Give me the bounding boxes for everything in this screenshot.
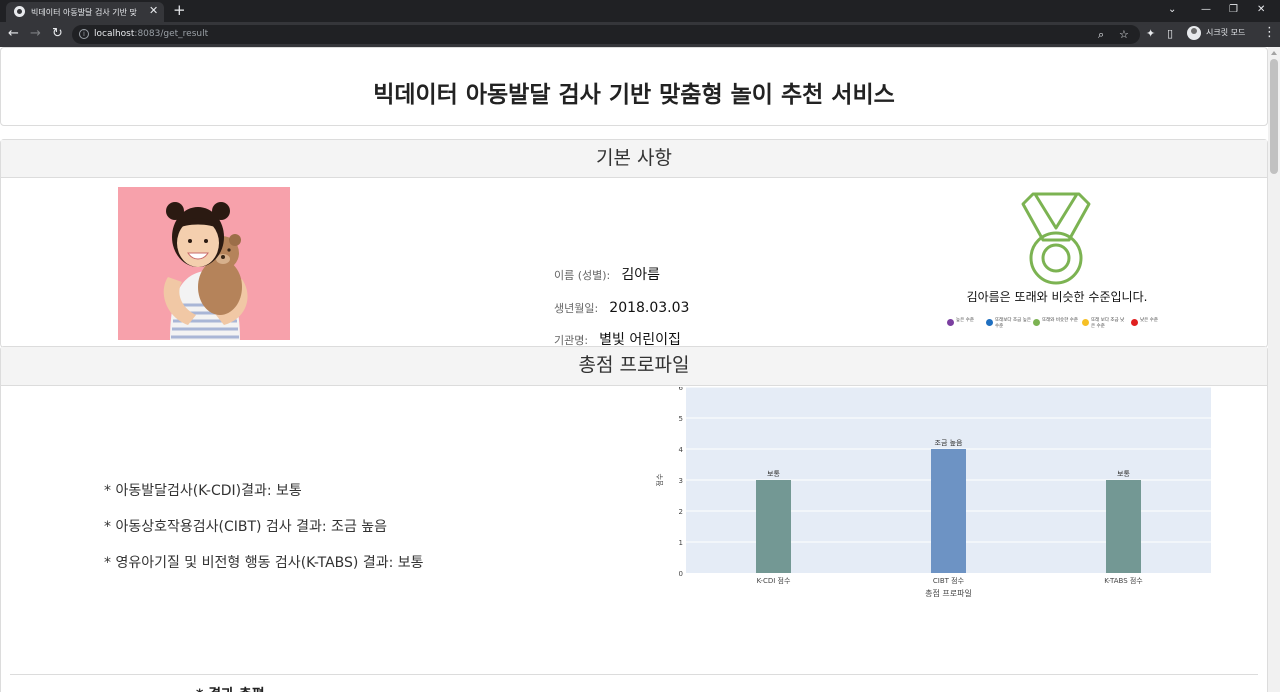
chart-y-axis-label: 점수 [656, 473, 664, 486]
reload-icon[interactable]: ↻ [52, 26, 63, 42]
browser-tab-bar: 빅데이터 아동발달 검사 기반 맞 ✕ + ⌄ — ❐ ✕ [0, 0, 1280, 22]
legend-dot [947, 319, 954, 326]
zoom-icon[interactable]: ⌕ [1098, 27, 1104, 42]
profile-card: 총점 프로파일 * 아동발달검사(K-CDI)결과: 보통 * 아동상호작용검사… [0, 346, 1268, 692]
result-kcdi: * 아동발달검사(K-CDI)결과: 보통 [104, 483, 302, 499]
chart-x-tick-label: K-TABS 점수 [1104, 577, 1143, 585]
back-icon[interactable]: ← [8, 26, 19, 42]
level-description: 김아름은 또래와 비슷한 수준입니다. [966, 290, 1148, 304]
tab-search-icon[interactable]: ⌄ [1168, 2, 1176, 18]
globe-icon [14, 6, 25, 17]
address-bar: ← → ↻ i localhost:8083/get_result ⌕ ☆ ✦ … [0, 22, 1280, 47]
chart-y-tick-label: 5 [679, 415, 683, 423]
page-title: 빅데이터 아동발달 검사 기반 맞춤형 놀이 추천 서비스 [373, 82, 895, 108]
level-legend: 높은 수준 또래보다 조금 높은 수준 또래와 비슷한 수준 또래 보다 조금 … [947, 317, 1187, 337]
profile-label[interactable]: 시크릿 모드 [1206, 27, 1245, 39]
title-card: 빅데이터 아동발달 검사 기반 맞춤형 놀이 추천 서비스 [0, 47, 1268, 126]
legend-label: 또래와 비슷한 수준 [1042, 318, 1078, 323]
basic-info-heading: 기본 사항 [1, 140, 1267, 178]
chart-bar-label: 보통 [1117, 470, 1130, 478]
legend-dot [1131, 319, 1138, 326]
browser-tab[interactable]: 빅데이터 아동발달 검사 기반 맞 ✕ [6, 2, 164, 22]
chart-y-tick-label: 2 [679, 508, 683, 516]
chart-bar [1106, 480, 1141, 573]
profile-heading: 총점 프로파일 [1, 347, 1267, 386]
scroll-thumb[interactable] [1270, 59, 1278, 174]
forward-icon[interactable]: → [30, 26, 41, 42]
child-photo [118, 187, 290, 340]
birth-value: 2018.03.03 [609, 300, 690, 316]
page-content: 빅데이터 아동발달 검사 기반 맞춤형 놀이 추천 서비스 기본 사항 이름 (… [0, 47, 1268, 692]
incognito-avatar-icon[interactable] [1187, 26, 1201, 40]
legend-label: 높은 수준 [956, 318, 974, 323]
scroll-up-arrow-icon[interactable] [1271, 51, 1277, 55]
medal-icon [1021, 192, 1091, 285]
summary-heading: * 결과 총평 [196, 684, 265, 692]
chart-x-axis-label: 총점 프로파일 [925, 588, 972, 598]
page-scrollbar[interactable] [1268, 47, 1280, 692]
name-value: 김아름 [621, 267, 660, 283]
chart-bar [931, 449, 966, 573]
birth-label: 생년월일: [554, 302, 599, 315]
legend-label: 낮은 수준 [1140, 318, 1158, 323]
url-path: :8083/get_result [134, 29, 209, 39]
restore-icon[interactable]: ❐ [1229, 2, 1238, 18]
chart-bar-label: 보통 [767, 470, 780, 478]
chart-bar [756, 480, 791, 573]
bookmark-star-icon[interactable]: ☆ [1119, 27, 1129, 42]
minimize-icon[interactable]: — [1201, 2, 1211, 18]
legend-dot [986, 319, 993, 326]
legend-dot [1033, 319, 1040, 326]
name-label: 이름 (성별): [554, 269, 611, 282]
url-host: localhost [94, 29, 135, 39]
birth-row: 생년월일: 2018.03.03 [554, 297, 689, 316]
tab-title: 빅데이터 아동발달 검사 기반 맞 [31, 8, 137, 17]
chart-x-tick-label: K-CDI 점수 [757, 577, 791, 585]
legend-label: 또래 보다 조금 낮은 수준 [1091, 318, 1125, 329]
close-tab-icon[interactable]: ✕ [149, 4, 158, 18]
new-tab-icon[interactable]: + [173, 1, 186, 19]
chart-bar-label: 조금 높음 [935, 439, 964, 447]
chart-y-tick-label: 0 [679, 570, 683, 578]
close-window-icon[interactable]: ✕ [1257, 2, 1265, 18]
chart-y-tick-label: 4 [679, 446, 684, 454]
chart-x-tick-label: CIBT 점수 [933, 577, 965, 585]
extensions-icon[interactable]: ✦ [1146, 25, 1155, 43]
info-icon[interactable]: i [79, 29, 89, 39]
legend-label: 또래보다 조금 높은 수준 [995, 318, 1031, 329]
score-profile-chart: 0 1 2 3 4 5 6 보통 K-CDI 점수 조금 높음 CIBT 점수 보통 K-TABS 점수… [656, 387, 1211, 598]
side-panel-icon[interactable]: ▯ [1167, 25, 1173, 43]
result-cibt: * 아동상호작용검사(CIBT) 검사 결과: 조금 높음 [104, 519, 388, 535]
more-menu-icon[interactable]: ⋮ [1263, 24, 1276, 42]
legend-dot [1082, 319, 1089, 326]
section-divider [10, 674, 1258, 675]
chart-y-tick-label: 6 [679, 387, 684, 392]
result-ktabs: * 영유아기질 및 비전형 행동 검사(K-TABS) 결과: 보통 [104, 555, 424, 571]
name-row: 이름 (성별): 김아름 [554, 264, 660, 284]
chart-y-tick-label: 1 [679, 539, 683, 547]
url-input[interactable]: i localhost:8083/get_result ⌕ ☆ [72, 25, 1140, 44]
chart-y-tick-label: 3 [679, 477, 683, 485]
basic-info-card: 기본 사항 이름 (성별): 김아름 생년월일: 2018.03.03 기관명:… [0, 139, 1268, 348]
